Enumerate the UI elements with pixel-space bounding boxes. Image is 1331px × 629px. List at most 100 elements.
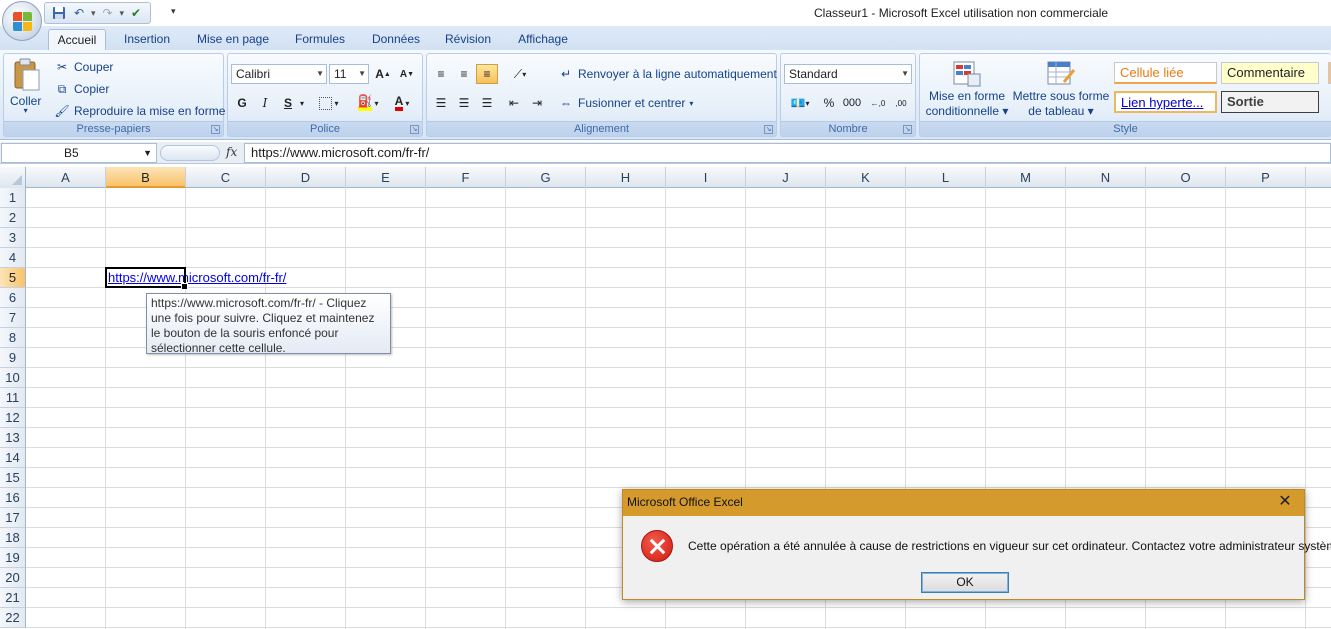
column-header-h[interactable]: H [586, 167, 666, 188]
fill-color-button[interactable]: ⛽ ▾ [352, 93, 384, 113]
row-header-20[interactable]: 20 [0, 568, 26, 588]
tab-formules[interactable]: Formules [287, 29, 353, 50]
column-header-b[interactable]: B [106, 167, 186, 188]
redo-icon[interactable]: ↷ [100, 5, 116, 21]
column-header-n[interactable]: N [1066, 167, 1146, 188]
align-right-button[interactable]: ☰ [476, 93, 498, 113]
undo-dropdown-icon[interactable]: ▾ [91, 8, 96, 19]
column-header-d[interactable]: D [266, 167, 346, 188]
underline-dropdown[interactable]: ▾ [296, 93, 308, 113]
wrap-text-button[interactable]: ↵ Renvoyer à la ligne automatiquement [558, 66, 777, 82]
formula-input[interactable]: https://www.microsoft.com/fr-fr/ [244, 143, 1331, 163]
row-header-4[interactable]: 4 [0, 248, 26, 268]
column-header-c[interactable]: C [186, 167, 266, 188]
row-header-17[interactable]: 17 [0, 508, 26, 528]
row-header-1[interactable]: 1 [0, 188, 26, 208]
ok-button[interactable]: OK [921, 572, 1009, 593]
row-header-14[interactable]: 14 [0, 448, 26, 468]
align-center-button[interactable]: ☰ [453, 93, 475, 113]
style-output[interactable]: Sortie [1221, 91, 1319, 113]
style-hyperlink[interactable]: Lien hyperte... [1114, 91, 1217, 113]
merge-center-button[interactable]: ⇔ Fusionner et centrer ▾ [558, 95, 693, 111]
row-header-10[interactable]: 10 [0, 368, 26, 388]
font-size-select[interactable]: 11 ▼ [329, 64, 369, 84]
save-icon[interactable] [51, 5, 67, 21]
clipboard-launcher-icon[interactable]: ↘ [211, 125, 220, 134]
row-header-2[interactable]: 2 [0, 208, 26, 228]
office-button[interactable] [2, 1, 42, 41]
tab-donnees[interactable]: Données [363, 29, 429, 50]
align-bottom-button[interactable]: ≡ [476, 64, 498, 84]
column-header-k[interactable]: K [826, 167, 906, 188]
tab-insertion[interactable]: Insertion [114, 29, 180, 50]
name-box[interactable]: B5 ▼ [1, 143, 157, 163]
tab-accueil[interactable]: Accueil [48, 29, 106, 50]
row-header-6[interactable]: 6 [0, 288, 26, 308]
column-header-l[interactable]: L [906, 167, 986, 188]
row-header-8[interactable]: 8 [0, 328, 26, 348]
cut-button[interactable]: ✂ Couper [54, 59, 113, 75]
column-header-p[interactable]: P [1226, 167, 1306, 188]
row-header-3[interactable]: 3 [0, 228, 26, 248]
row-header-12[interactable]: 12 [0, 408, 26, 428]
row-header-13[interactable]: 13 [0, 428, 26, 448]
row-header-11[interactable]: 11 [0, 388, 26, 408]
increase-decimal-button[interactable]: ←,0 [867, 93, 889, 113]
column-header-m[interactable]: M [986, 167, 1066, 188]
row-header-21[interactable]: 21 [0, 588, 26, 608]
tab-affichage[interactable]: Affichage [509, 29, 577, 50]
alignment-launcher-icon[interactable]: ↘ [764, 125, 773, 134]
number-launcher-icon[interactable]: ↘ [903, 125, 912, 134]
column-header-j[interactable]: J [746, 167, 826, 188]
row-header-16[interactable]: 16 [0, 488, 26, 508]
orientation-button[interactable]: ⟋ ▾ [505, 64, 535, 84]
decrease-indent-button[interactable]: ⇤ [503, 93, 525, 113]
style-comment[interactable]: Commentaire [1221, 62, 1319, 84]
row-header-7[interactable]: 7 [0, 308, 26, 328]
copy-button[interactable]: ⧉ Copier [54, 81, 110, 97]
currency-button[interactable]: 💶 ▾ [784, 93, 816, 113]
increase-indent-button[interactable]: ⇥ [526, 93, 548, 113]
borders-button[interactable]: ▾ [314, 93, 344, 113]
paste-button[interactable]: Coller ▾ [10, 58, 41, 115]
bold-button[interactable]: G [231, 93, 253, 113]
conditional-format-button[interactable]: Mise en forme conditionnelle ▾ [924, 58, 1010, 118]
font-family-select[interactable]: Calibri ▼ [231, 64, 327, 84]
row-header-18[interactable]: 18 [0, 528, 26, 548]
row-header-15[interactable]: 15 [0, 468, 26, 488]
percent-button[interactable]: % [818, 93, 840, 113]
column-header-g[interactable]: G [506, 167, 586, 188]
column-header-a[interactable]: A [26, 167, 106, 188]
row-header-9[interactable]: 9 [0, 348, 26, 368]
shrink-font-button[interactable]: A ▼ [396, 64, 418, 84]
font-launcher-icon[interactable]: ↘ [410, 125, 419, 134]
column-header-i[interactable]: I [666, 167, 746, 188]
tab-revision[interactable]: Révision [437, 29, 499, 50]
row-header-19[interactable]: 19 [0, 548, 26, 568]
redo-dropdown-icon[interactable]: ▾ [120, 8, 125, 19]
close-icon[interactable]: ✕ [1274, 492, 1296, 514]
row-header-5[interactable]: 5 [0, 268, 26, 288]
format-as-table-button[interactable]: Mettre sous forme de tableau ▾ [1012, 58, 1110, 118]
row-header-22[interactable]: 22 [0, 608, 26, 628]
style-linked-cell[interactable]: Cellule liée [1114, 62, 1217, 84]
italic-button[interactable]: I [254, 93, 276, 113]
number-format-select[interactable]: Standard ▼ [784, 64, 912, 84]
column-header-e[interactable]: E [346, 167, 426, 188]
customize-qat-icon[interactable]: ▾ [171, 6, 176, 17]
select-all-corner[interactable] [0, 167, 26, 188]
column-header-o[interactable]: O [1146, 167, 1226, 188]
column-header-f[interactable]: F [426, 167, 506, 188]
fx-icon[interactable]: fx [226, 145, 237, 159]
spelling-icon[interactable]: ✔ [128, 5, 144, 21]
decrease-decimal-button[interactable]: ,00 [890, 93, 912, 113]
format-painter-button[interactable]: 🖌 Reproduire la mise en forme [54, 103, 225, 119]
align-middle-button[interactable]: ≡ [453, 64, 475, 84]
thousands-button[interactable]: 000 [841, 93, 863, 113]
align-left-button[interactable]: ☰ [430, 93, 452, 113]
grow-font-button[interactable]: A ▲ [372, 64, 394, 84]
font-color-button[interactable]: A ▾ [386, 93, 418, 113]
align-top-button[interactable]: ≡ [430, 64, 452, 84]
undo-icon[interactable]: ↶ [71, 5, 87, 21]
tab-mise-en-page[interactable]: Mise en page [189, 29, 277, 50]
